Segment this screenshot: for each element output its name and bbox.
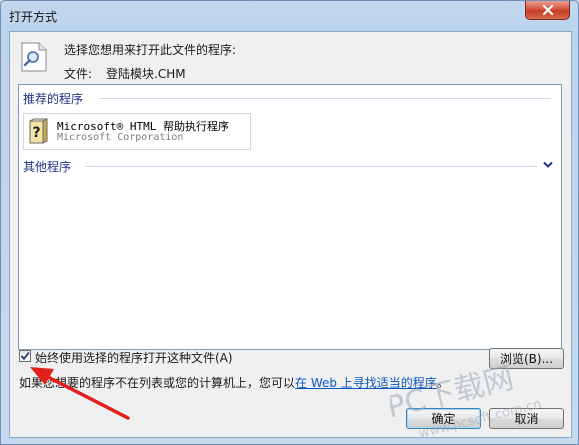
- group-divider: [85, 166, 537, 167]
- window-title: 打开方式: [9, 10, 58, 24]
- file-search-icon: [21, 42, 47, 72]
- info-text-before: 如果您想要的程序不在列表或您的计算机上，您可以: [19, 376, 296, 390]
- browse-button-label: 浏览(B)...: [499, 352, 554, 366]
- dialog-window: 打开方式 选择您想用来打开此文件的程序: 文件: 登陆模块.CHM 推荐的程序: [0, 0, 579, 445]
- program-company: Microsoft Corporation: [57, 132, 184, 143]
- checkmark-icon: [20, 351, 30, 361]
- group-divider: [99, 98, 551, 99]
- cancel-button[interactable]: 取消: [489, 408, 564, 429]
- group-header-recommended[interactable]: 推荐的程序: [23, 90, 83, 106]
- svg-text:?: ?: [32, 125, 40, 141]
- browse-button[interactable]: 浏览(B)...: [489, 348, 564, 369]
- file-label: 文件:: [64, 67, 93, 81]
- close-icon: [542, 5, 553, 15]
- chm-help-icon: ?: [29, 118, 48, 144]
- ok-button-label: 确定: [431, 412, 456, 426]
- chevron-down-icon[interactable]: [543, 161, 553, 169]
- group-header-other[interactable]: 其他程序: [23, 158, 71, 174]
- close-button[interactable]: [525, 1, 570, 20]
- group-label-recommended: 推荐的程序: [23, 91, 84, 106]
- cancel-button-label: 取消: [514, 412, 539, 426]
- prompt-text: 选择您想用来打开此文件的程序:: [64, 43, 237, 57]
- always-use-label[interactable]: 始终使用选择的程序打开这种文件(A): [35, 349, 233, 366]
- info-text-after: 。: [436, 376, 449, 390]
- program-list[interactable]: 推荐的程序 ? Microsoft® HTML 帮助执行程序 Microsoft…: [18, 84, 562, 350]
- ok-button[interactable]: 确定: [406, 408, 481, 429]
- file-info: 文件: 登陆模块.CHM: [64, 65, 186, 82]
- info-text: 如果您想要的程序不在列表或您的计算机上，您可以在 Web 上寻找适当的程序。: [19, 374, 449, 391]
- web-search-link[interactable]: 在 Web 上寻找适当的程序: [295, 376, 437, 390]
- group-label-other: 其他程序: [23, 159, 72, 174]
- program-item[interactable]: ? Microsoft® HTML 帮助执行程序 Microsoft Corpo…: [23, 113, 251, 150]
- always-use-checkbox[interactable]: [19, 350, 31, 362]
- file-name: 登陆模块.CHM: [106, 67, 186, 81]
- dialog-body: 选择您想用来打开此文件的程序: 文件: 登陆模块.CHM 推荐的程序 ? Micr…: [9, 31, 572, 438]
